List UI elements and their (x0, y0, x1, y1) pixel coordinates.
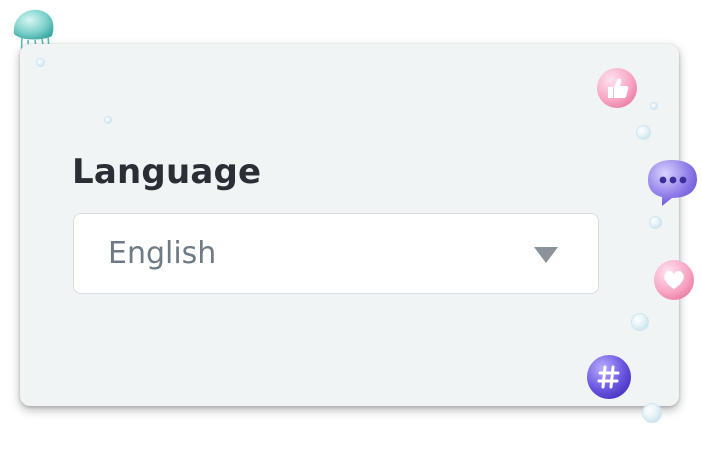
bubble-decoration (650, 102, 658, 110)
bubble-decoration (631, 313, 649, 331)
bubble-decoration (104, 116, 112, 124)
language-select-value: English (108, 236, 217, 271)
bubble-decoration (636, 125, 651, 140)
heart-bubble-icon (654, 260, 694, 300)
language-settings-stage: Language English (0, 0, 701, 450)
hashtag-bubble-icon (587, 355, 631, 399)
chat-bubble-icon (648, 160, 697, 206)
bubble-decoration (649, 216, 662, 229)
bubble-decoration (642, 403, 662, 423)
thumbs-up-bubble-icon (597, 68, 637, 108)
language-label: Language (72, 152, 262, 192)
language-select[interactable]: English (73, 213, 599, 294)
chevron-down-icon[interactable] (534, 247, 558, 263)
language-settings-card: Language English (20, 44, 679, 406)
bubble-decoration (36, 58, 45, 67)
